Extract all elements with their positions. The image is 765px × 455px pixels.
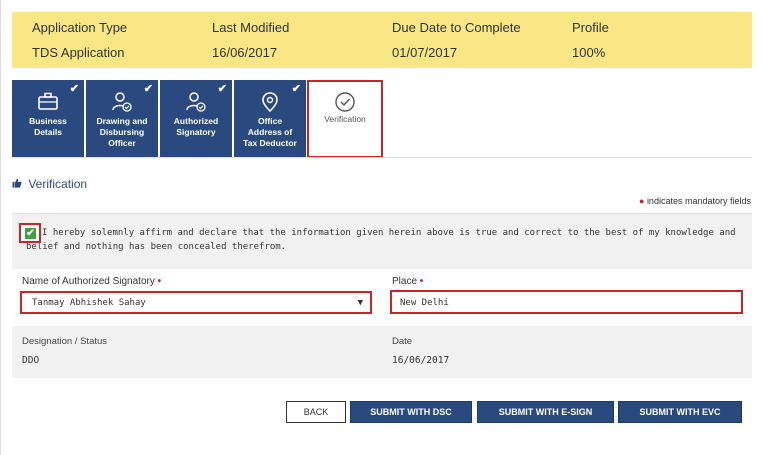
signatory-select-value: Tanmay Abhishek Sahay	[32, 298, 146, 308]
tab-label-line: Business	[29, 116, 67, 126]
tab-label-line: Office	[257, 116, 283, 126]
tab-office-address[interactable]: ✔ Office Address of Tax Deductor	[234, 80, 307, 157]
designation-value: DDO	[22, 355, 40, 366]
tab-label-line: Details	[34, 127, 62, 137]
date-value: 16/06/2017	[392, 355, 450, 366]
user-check-icon	[86, 91, 158, 115]
tab-label-line: Verification	[324, 114, 366, 124]
tab-label-line: Address of	[247, 127, 293, 137]
tab-label-line: Drawing and	[96, 116, 148, 126]
profile: Profile 100%	[572, 20, 609, 60]
tab-verification[interactable]: Verification	[307, 80, 383, 158]
user-check-icon	[160, 91, 232, 115]
tab-label-line: Authorized	[173, 116, 219, 126]
signatory-label: Name of Authorized Signatory •	[22, 276, 161, 287]
tab-authorized-signatory[interactable]: ✔ Authorized Signatory	[160, 80, 233, 157]
last-modified-value: 16/06/2017	[212, 45, 278, 60]
place-label: Place •	[392, 276, 423, 287]
location-pin-icon	[234, 91, 306, 115]
due-date: Due Date to Complete 01/07/2017	[392, 20, 521, 60]
last-modified: Last Modified 16/06/2017	[212, 20, 289, 60]
mandatory-note: ● indicates mandatory fields	[639, 196, 751, 206]
tabs-divider	[12, 157, 752, 158]
application-type-value: TDS Application	[32, 45, 125, 60]
profile-label: Profile	[572, 20, 609, 35]
declaration-text: I hereby solemnly affirm and declare tha…	[26, 228, 736, 252]
mandatory-note-text: indicates mandatory fields	[646, 196, 751, 206]
tab-label-line: Officer	[108, 138, 136, 148]
briefcase-icon	[12, 91, 84, 115]
application-type-label: Application Type	[32, 20, 128, 35]
check-icon: ✔	[25, 228, 36, 239]
required-indicator: •	[157, 276, 162, 287]
tab-label-line: Tax Deductor	[243, 138, 297, 148]
application-summary: Application Type TDS Application Last Mo…	[12, 12, 752, 68]
check-circle-icon	[309, 91, 381, 115]
place-input[interactable]: New Delhi	[390, 290, 743, 314]
place-label-text: Place	[392, 276, 418, 287]
dropdown-arrow-icon: ▼	[357, 298, 363, 308]
application-type: Application Type TDS Application	[32, 20, 127, 60]
profile-value: 100%	[572, 45, 606, 60]
date-label: Date	[392, 336, 413, 347]
designation-label: Designation / Status	[22, 336, 108, 347]
tab-label-line: Disbursing	[99, 127, 145, 137]
declaration-row: I hereby solemnly affirm and declare tha…	[12, 213, 752, 269]
submit-with-evc-button[interactable]: SUBMIT WITH EVC	[618, 401, 742, 423]
thumbs-up-icon	[12, 177, 22, 191]
signatory-label-text: Name of Authorized Signatory	[22, 276, 155, 287]
due-date-label: Due Date to Complete	[392, 20, 521, 35]
submit-with-esign-button[interactable]: SUBMIT WITH E-SIGN	[477, 401, 614, 423]
required-indicator: •	[419, 276, 424, 287]
required-indicator: ●	[638, 196, 645, 206]
declaration-checkbox[interactable]: ✔	[19, 223, 41, 243]
place-input-value: New Delhi	[400, 298, 449, 308]
section-title-text: Verification	[28, 177, 88, 191]
tab-business-details[interactable]: ✔ Business Details	[12, 80, 85, 157]
left-border	[0, 0, 1, 455]
tab-label-line: Signatory	[176, 127, 216, 137]
last-modified-label: Last Modified	[212, 20, 290, 35]
signatory-select[interactable]: Tanmay Abhishek Sahay ▼	[20, 291, 372, 314]
back-button[interactable]: BACK	[286, 401, 346, 423]
verification-page: Application Type TDS Application Last Mo…	[0, 0, 765, 455]
info-band: Designation / Status DDO Date 16/06/2017	[12, 326, 752, 378]
tab-drawing-disbursing-officer[interactable]: ✔ Drawing and Disbursing Officer	[86, 80, 159, 157]
submit-with-dsc-button[interactable]: SUBMIT WITH DSC	[350, 401, 472, 423]
due-date-value: 01/07/2017	[392, 45, 458, 60]
section-title: Verification	[12, 177, 87, 191]
